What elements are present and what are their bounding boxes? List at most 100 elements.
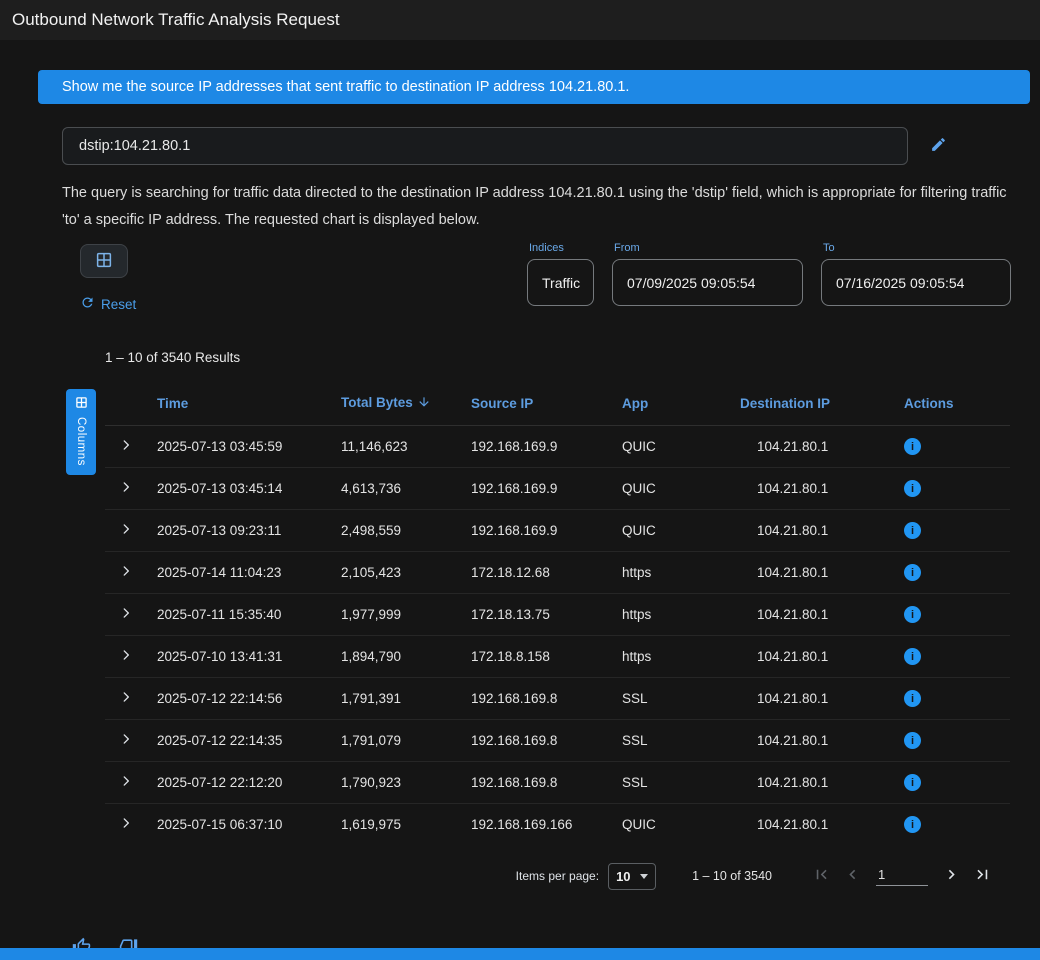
grid-view-icon [95,251,113,272]
cell-destination-ip: 104.21.80.1 [740,594,904,636]
next-page-button[interactable] [942,865,961,887]
cell-app: https [622,552,740,594]
chevron-right-icon [942,865,961,887]
row-expand-button[interactable] [119,522,133,539]
query-explanation: The query is searching for traffic data … [62,180,1010,234]
chevron-right-icon [119,774,133,791]
row-info-button[interactable] [904,606,921,623]
chevron-right-icon [119,480,133,497]
row-expand-button[interactable] [119,648,133,665]
row-expand-button[interactable] [119,564,133,581]
cell-destination-ip: 104.21.80.1 [740,426,904,468]
row-info-button[interactable] [904,690,921,707]
from-label: From [614,242,803,254]
indices-value: Traffic [542,275,580,291]
row-expand-button[interactable] [119,606,133,623]
chevron-right-icon [119,564,133,581]
info-icon [904,480,921,497]
first-page-button[interactable] [812,865,831,887]
row-info-button[interactable] [904,438,921,455]
cell-destination-ip: 104.21.80.1 [740,720,904,762]
cell-destination-ip: 104.21.80.1 [740,468,904,510]
row-info-button[interactable] [904,564,921,581]
table-body: 2025-07-13 03:45:59 11,146,623 192.168.1… [105,426,1010,846]
cell-total-bytes: 4,613,736 [341,468,471,510]
cell-app: https [622,594,740,636]
info-icon [904,690,921,707]
cell-source-ip: 192.168.169.9 [471,468,622,510]
reset-button[interactable]: Reset [80,295,136,313]
results-summary: 1 – 10 of 3540 Results [105,350,1040,365]
cell-time: 2025-07-12 22:14:35 [157,720,341,762]
chevron-right-icon [119,438,133,455]
cell-destination-ip: 104.21.80.1 [740,636,904,678]
header-destination-ip[interactable]: Destination IP [740,387,904,426]
cell-destination-ip: 104.21.80.1 [740,762,904,804]
info-icon [904,522,921,539]
items-per-page-select[interactable]: 10 [608,863,656,890]
cell-time: 2025-07-14 11:04:23 [157,552,341,594]
info-icon [904,438,921,455]
row-info-button[interactable] [904,522,921,539]
controls-row: Reset Indices Traffic From 07/09/2025 09… [0,242,1040,322]
pagination-bar: Items per page: 10 1 – 10 of 3540 [105,861,1010,891]
table-row: 2025-07-13 03:45:59 11,146,623 192.168.1… [105,426,1010,468]
table-row: 2025-07-12 22:14:35 1,791,079 192.168.16… [105,720,1010,762]
header-time[interactable]: Time [157,387,341,426]
cell-source-ip: 172.18.12.68 [471,552,622,594]
row-info-button[interactable] [904,774,921,791]
to-date-input[interactable]: 07/16/2025 09:05:54 [821,259,1011,306]
row-info-button[interactable] [904,816,921,833]
cell-time: 2025-07-12 22:12:20 [157,762,341,804]
row-info-button[interactable] [904,732,921,749]
columns-button[interactable]: Columns [66,389,96,475]
info-icon [904,774,921,791]
indices-filter: Indices Traffic [527,242,594,306]
header-total-bytes[interactable]: Total Bytes [341,387,471,426]
prev-page-button[interactable] [843,865,862,887]
info-icon [904,816,921,833]
cell-destination-ip: 104.21.80.1 [740,510,904,552]
chart-view-button[interactable] [80,244,128,278]
query-input[interactable] [62,127,908,165]
page-number-input[interactable] [876,867,928,886]
header-app[interactable]: App [622,387,740,426]
cell-destination-ip: 104.21.80.1 [740,678,904,720]
from-date-input[interactable]: 07/09/2025 09:05:54 [612,259,803,306]
last-page-button[interactable] [973,865,992,887]
indices-select[interactable]: Traffic [527,259,594,306]
row-expand-button[interactable] [119,732,133,749]
table-header-row: Time Total Bytes Source IP App Destinati… [105,387,1010,426]
cell-total-bytes: 11,146,623 [341,426,471,468]
cell-total-bytes: 2,498,559 [341,510,471,552]
row-expand-button[interactable] [119,480,133,497]
info-icon [904,564,921,581]
chevron-right-icon [119,690,133,707]
row-expand-button[interactable] [119,438,133,455]
cell-total-bytes: 1,619,975 [341,804,471,846]
row-expand-button[interactable] [119,816,133,833]
pencil-icon [930,136,947,156]
header-source-ip[interactable]: Source IP [471,387,622,426]
prompt-banner: Show me the source IP addresses that sen… [38,70,1030,104]
cell-source-ip: 192.168.169.8 [471,678,622,720]
row-expand-button[interactable] [119,774,133,791]
row-info-button[interactable] [904,480,921,497]
row-info-button[interactable] [904,648,921,665]
cell-app: https [622,636,740,678]
chevron-right-icon [119,648,133,665]
prompt-banner-text: Show me the source IP addresses that sen… [62,79,629,95]
table-row: 2025-07-15 06:37:10 1,619,975 192.168.16… [105,804,1010,846]
columns-button-label: Columns [75,417,87,466]
table-row: 2025-07-10 13:41:31 1,894,790 172.18.8.1… [105,636,1010,678]
caret-down-icon [640,874,648,879]
row-expand-button[interactable] [119,690,133,707]
cell-time: 2025-07-10 13:41:31 [157,636,341,678]
cell-time: 2025-07-11 15:35:40 [157,594,341,636]
edit-query-button[interactable] [930,136,947,156]
table-row: 2025-07-13 03:45:14 4,613,736 192.168.16… [105,468,1010,510]
cell-total-bytes: 1,791,391 [341,678,471,720]
columns-grid-icon [75,396,88,412]
sort-desc-icon [417,397,431,412]
cell-total-bytes: 1,894,790 [341,636,471,678]
